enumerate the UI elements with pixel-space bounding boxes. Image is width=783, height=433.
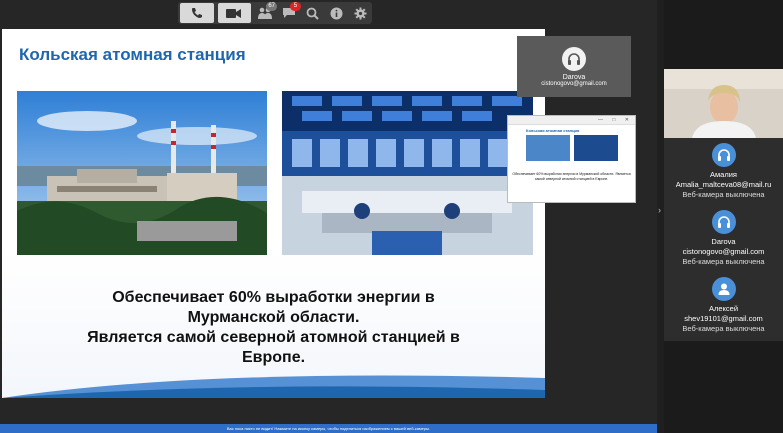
settings-button[interactable] (348, 3, 372, 23)
participant-email: Amalia_maltceva08@mail.ru (675, 180, 772, 189)
participant-item[interactable]: Darova cistonogovo@gmail.com Веб-камера … (664, 210, 783, 267)
presentation-slide: Кольская атомная станция Обеспечивает 60… (2, 29, 545, 398)
chat-unread-badge: 5 (289, 2, 301, 11)
slide-text-line: Является самой северной атомной станцией… (87, 329, 460, 346)
shared-window-preview[interactable]: — □ ✕ Кольская атомная станция Обеспечив… (507, 115, 636, 203)
panel-divider (657, 0, 664, 433)
mini-slide-text: Обеспечивает 60% выработки энергии в Мур… (512, 172, 631, 181)
slide-body-text: Обеспечивает 60% выработки энергии в Мур… (2, 288, 545, 368)
participant-name: Амалия (710, 170, 737, 179)
window-titlebar: — □ ✕ (508, 116, 635, 125)
headphones-icon (562, 46, 586, 71)
participants-button[interactable]: 67 (253, 2, 278, 23)
search-button[interactable] (301, 3, 325, 23)
info-button[interactable] (325, 3, 349, 23)
slide-text-line: Европе. (241, 349, 306, 366)
user-icon (711, 277, 736, 301)
power-plant-photo (17, 91, 267, 255)
camera-button[interactable] (217, 3, 252, 23)
search-icon (304, 5, 322, 21)
slide-title: Кольская атомная станция (19, 45, 246, 64)
participants-icon: 67 (256, 2, 278, 21)
participant-camera-status: Веб-камера выключена (682, 190, 765, 199)
slide-text-line: Обеспечивает 60% выработки энергии в (112, 289, 435, 306)
camera-notice-bar[interactable]: Вас пока никто не видит! Нажмите на икон… (0, 424, 657, 433)
participant-name: Darova (711, 237, 736, 246)
participant-camera-status: Веб-камера выключена (682, 324, 765, 333)
chat-icon: 5 (280, 2, 301, 21)
chat-button[interactable]: 5 (277, 2, 301, 23)
participant-email: cistonogovo@gmail.com (682, 247, 765, 256)
camera-icon (225, 5, 243, 21)
gear-icon (351, 5, 369, 21)
headphones-icon (711, 143, 736, 167)
window-controls-icon: — □ ✕ (598, 117, 633, 123)
phone-button[interactable] (180, 3, 214, 23)
participant-email: shev19101@gmail.com (684, 314, 763, 323)
participant-item[interactable]: Алексей shev19101@gmail.com Веб-камера в… (664, 277, 783, 334)
collapse-panel-icon[interactable]: › (658, 205, 661, 215)
self-camera-video[interactable] (664, 69, 783, 138)
participants-count-badge: 67 (266, 2, 278, 11)
participant-camera-status: Веб-камера выключена (682, 257, 765, 266)
control-room-photo (282, 91, 533, 255)
participant-tile-name: Darova (562, 73, 586, 81)
slide-decoration-swoosh (2, 375, 545, 398)
mini-slide-photos (526, 135, 618, 161)
participant-tile[interactable]: Darova cistonogovo@gmail.com (517, 36, 631, 97)
info-icon (327, 5, 345, 21)
participant-name: Алексей (708, 304, 739, 313)
call-toolbar: 67 5 (178, 2, 372, 24)
slide-text-line: Мурманской области. (187, 309, 360, 326)
participant-item[interactable]: Амалия Amalia_maltceva08@mail.ru Веб-кам… (664, 143, 783, 200)
headphones-icon (711, 210, 736, 234)
phone-icon (188, 5, 206, 21)
participant-tile-email: cistonogovo@gmail.com (541, 80, 607, 87)
